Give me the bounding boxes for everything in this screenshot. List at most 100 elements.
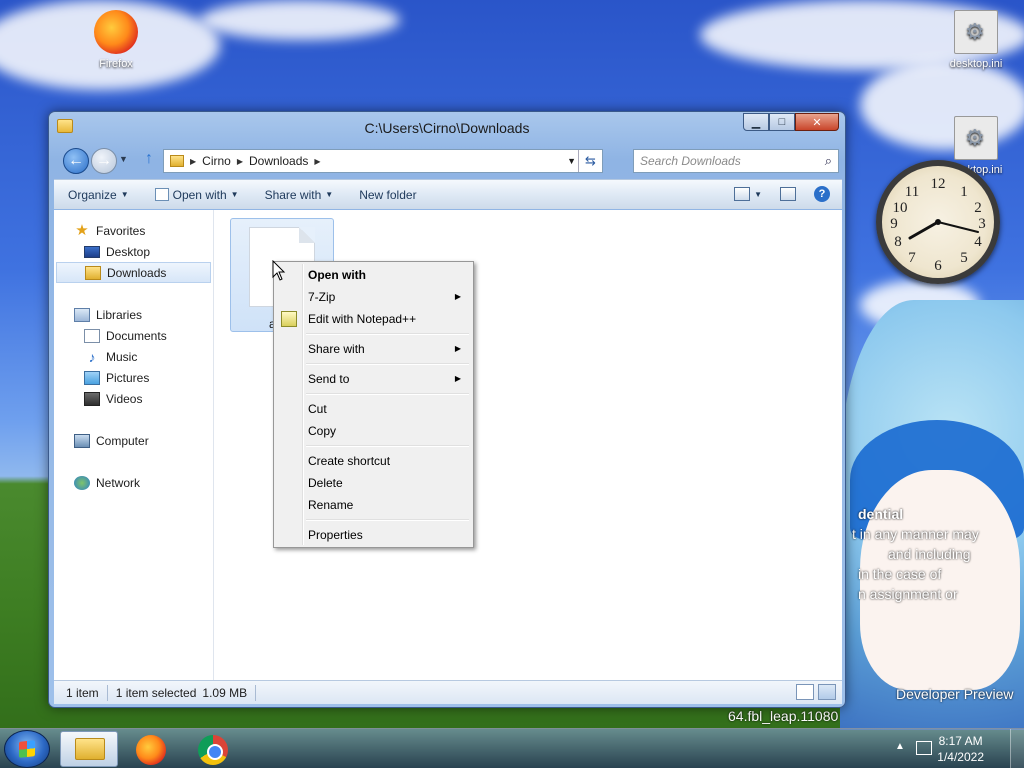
menu-item-7zip[interactable]: 7-Zip ▶ [276,286,471,308]
chevron-right-icon[interactable]: ▶ [314,157,320,166]
windows-explorer-icon [75,738,105,760]
change-view-icon[interactable] [734,187,751,201]
svg-text:5: 5 [960,250,968,266]
refresh-icon[interactable]: ⇆ [578,150,602,172]
nav-favorites[interactable]: ★ Favorites [54,220,213,241]
menu-item-cut[interactable]: Cut [276,398,471,420]
chevron-down-icon[interactable]: ▼ [754,190,762,199]
command-bar: Organize ▼ Open with ▼ Share with ▼ New … [54,179,842,209]
chevron-right-icon[interactable]: ▶ [237,157,243,166]
menu-item-open-with[interactable]: Open with [276,264,471,286]
menu-item-send-to[interactable]: Send to ▶ [276,368,471,390]
status-item-count: 1 item [66,685,99,700]
desktop-icon-label: desktop.ini [949,58,1003,70]
share-with-button[interactable]: Share with ▼ [265,188,334,202]
svg-text:4: 4 [974,234,982,250]
new-folder-button[interactable]: New folder [359,188,416,202]
address-dropdown-icon[interactable]: ▼ [567,156,576,166]
organize-button[interactable]: Organize ▼ [68,188,129,202]
close-button[interactable]: ✕ [795,113,839,131]
star-icon: ★ [75,221,89,239]
svg-text:1: 1 [960,184,968,200]
breadcrumb-downloads[interactable]: Downloads [249,154,308,168]
taskbar: ▲ 8:17 AM 1/4/2022 [0,728,1024,768]
menu-item-share-with[interactable]: Share with ▶ [276,338,471,360]
search-placeholder: Search Downloads [640,154,741,168]
nav-documents[interactable]: Documents [54,325,213,346]
desktop-icon-firefox[interactable]: Firefox [76,10,156,70]
nav-pictures[interactable]: Pictures [54,367,213,388]
nav-music[interactable]: ♪ Music [54,346,213,367]
view-toggle [796,684,836,700]
open-with-label: Open with [172,187,227,202]
menu-item-rename[interactable]: Rename [276,494,471,516]
taskbar-explorer-button[interactable] [60,731,118,767]
menu-item-delete[interactable]: Delete [276,472,471,494]
menu-label: Send to [308,372,350,386]
minute-hand [937,221,979,233]
open-with-button[interactable]: Open with ▼ [154,187,239,202]
menu-item-copy[interactable]: Copy [276,420,471,442]
help-icon[interactable]: ? [814,186,830,202]
desktop-icon-desktop-ini[interactable]: desktop.ini [936,10,1016,70]
details-view-icon[interactable] [796,684,814,700]
navigation-bar: ← → ▼ ↑ ▶ Cirno ▶ Downloads ▶ ▼ ⇆ Search… [59,148,839,174]
menu-item-edit-notepad[interactable]: Edit with Notepad++ [276,308,471,330]
show-desktop-button[interactable] [1010,729,1024,768]
nav-computer[interactable]: Computer [54,430,213,451]
menu-item-create-shortcut[interactable]: Create shortcut [276,450,471,472]
menu-label: 7-Zip [308,290,336,304]
nav-network[interactable]: Network [54,472,213,493]
menu-label: Create shortcut [308,454,391,468]
clock-face: 12 12 3 45 6 78 91011 [890,176,986,274]
start-button[interactable] [4,730,50,768]
nav-label: Downloads [107,265,167,280]
taskbar-firefox-button[interactable] [122,731,180,767]
system-clock[interactable]: 8:17 AM 1/4/2022 [937,733,984,765]
nav-label: Network [96,475,141,490]
nav-videos[interactable]: Videos [54,388,213,409]
preview-pane-icon[interactable] [780,187,796,201]
taskbar-chrome-button[interactable] [184,731,242,767]
back-button[interactable]: ← [63,148,89,174]
menu-label: Properties [308,528,363,542]
nav-desktop[interactable]: Desktop [54,241,213,262]
wallpaper-text: and including [888,546,971,562]
taskbar-time: 8:17 AM [938,734,983,748]
menu-separator [306,330,471,338]
up-icon[interactable]: ↑ [145,150,153,168]
nav-label: Libraries [96,307,143,322]
menu-label: Cut [308,402,327,416]
status-bar: 1 item 1 item selected 1.09 MB [54,680,842,704]
submenu-arrow-icon: ▶ [454,374,461,383]
nav-downloads[interactable]: Downloads [56,262,211,283]
network-tray-icon[interactable] [916,741,932,755]
menu-separator [306,360,471,368]
menu-item-properties[interactable]: Properties [276,524,471,546]
wallpaper-text: Developer Preview [896,686,1014,702]
clock-gadget[interactable]: 12 1 2 3 45 6 78 9 10 11 [876,160,1000,284]
svg-text:10: 10 [893,200,908,216]
menu-separator [306,442,471,450]
documents-icon [84,328,100,343]
nav-label: Pictures [106,370,150,385]
nav-libraries[interactable]: Libraries [54,304,213,325]
forward-button[interactable]: → [91,148,117,174]
show-hidden-icons-icon[interactable]: ▲ [895,741,905,752]
breadcrumb-cirno[interactable]: Cirno [202,154,231,168]
caption-buttons: ▁ □ ✕ [743,113,839,131]
address-bar[interactable]: ▶ Cirno ▶ Downloads ▶ ▼ ⇆ [163,149,603,173]
large-icons-view-icon[interactable] [818,684,836,700]
ini-file-icon [954,10,998,54]
search-input[interactable]: Search Downloads ⌕ [633,149,839,173]
nav-label: Documents [106,328,167,343]
minimize-button[interactable]: ▁ [743,113,769,131]
recent-pages-dropdown[interactable]: ▼ [119,154,128,164]
wallpaper-text: dential [858,506,904,522]
menu-separator [306,516,471,524]
chevron-right-icon[interactable]: ▶ [190,157,196,166]
maximize-button[interactable]: □ [769,113,795,131]
svg-text:6: 6 [934,258,942,274]
notepad-plus-plus-icon [281,311,297,327]
search-icon[interactable]: ⌕ [825,153,832,169]
